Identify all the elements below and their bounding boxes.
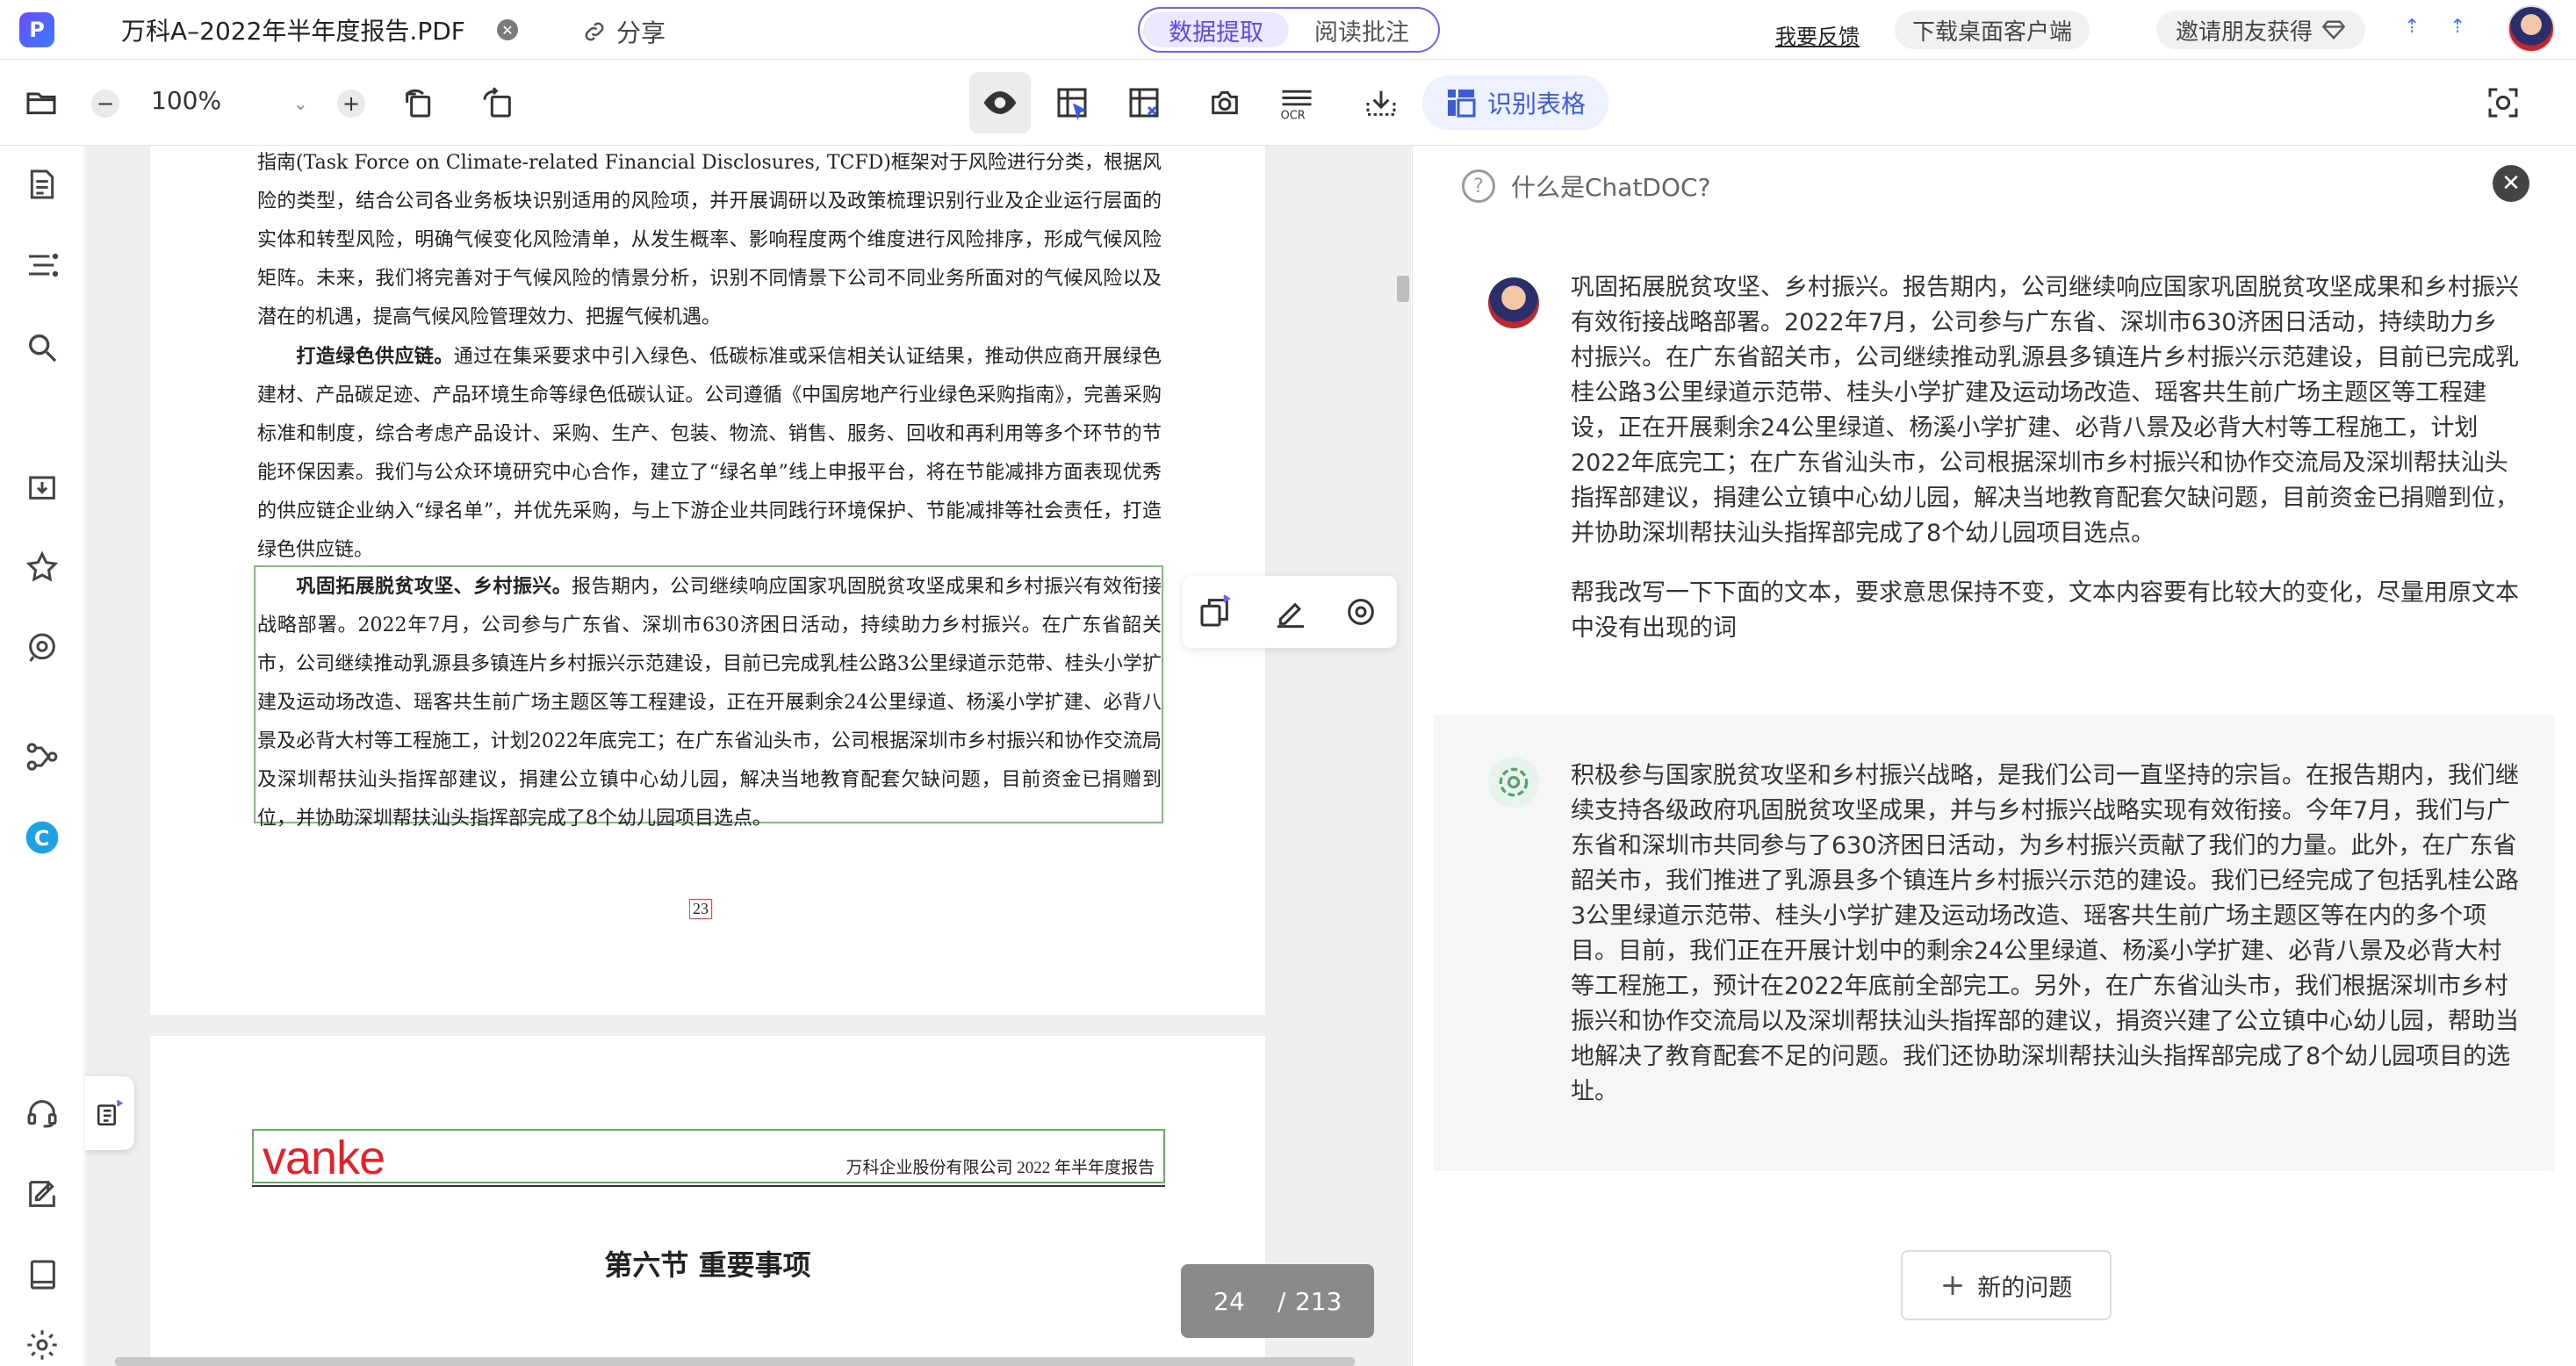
pdf-page: vanke 万科企业股份有限公司 2022 年半年度报告 第六节 重要事项 — [150, 1036, 1265, 1366]
section-title: 第六节 重要事项 — [604, 1248, 811, 1282]
notes-icon — [97, 1099, 124, 1126]
pdf-paragraph[interactable]: 指南(Task Force on Climate-related Financi… — [257, 146, 1162, 337]
import-icon[interactable] — [21, 465, 63, 507]
title-bar: P 万科A–2022年半年度报告.PDF ✕ 分享 数据提取 阅读批注 我要反馈… — [0, 0, 2576, 60]
edit-note-icon[interactable] — [21, 1173, 63, 1215]
header-report-title: 万科企业股份有限公司 2022 年半年度报告 — [845, 1159, 1155, 1177]
svg-text:C: C — [34, 826, 50, 851]
selection-toolbar — [1183, 576, 1397, 648]
page-separator: / — [1277, 1286, 1286, 1316]
chat-panel: ? 什么是ChatDOC? ✕ 巩固拓展脱贫攻坚、乡村振兴。报告期内，公司继续响… — [1412, 146, 2576, 1366]
user-message: 巩固拓展脱贫攻坚、乡村振兴。报告期内，公司继续响应国家巩固脱贫攻坚成果和乡村振兴… — [1434, 242, 2554, 642]
chat-header-title: 什么是ChatDOC? — [1511, 173, 1711, 202]
current-page-input[interactable]: 24 — [1181, 1287, 1277, 1316]
plus-icon: + — [1939, 1268, 1966, 1303]
assistant-message: 积极参与国家脱贫攻坚和乡村振兴战略，是我们公司一直坚持的宗旨。在报告期内，我们继… — [1434, 715, 2554, 1171]
table-grid-icon — [1448, 90, 1476, 118]
mode-read-annotate[interactable]: 阅读批注 — [1289, 12, 1435, 47]
assistant-logo-icon — [1499, 767, 1529, 797]
assistant-message-text: 积极参与国家脱贫攻坚和乡村振兴战略，是我们公司一直坚持的宗旨。在报告期内，我们继… — [1571, 762, 2519, 1105]
new-question-button[interactable]: + 新的问题 — [1901, 1250, 2112, 1320]
library-icon[interactable] — [21, 1254, 63, 1296]
document-icon[interactable] — [21, 163, 63, 205]
share-label: 分享 — [616, 18, 666, 47]
zoom-value[interactable]: 100% — [151, 86, 221, 115]
app-logo[interactable]: P — [19, 12, 54, 47]
upload-alt-icon[interactable]: ⇡ — [2450, 16, 2465, 38]
rotate-left-icon[interactable] — [397, 81, 441, 125]
user-avatar[interactable] — [2508, 5, 2555, 53]
diamond-icon — [2321, 20, 2346, 40]
settings-gear-icon[interactable] — [21, 1324, 63, 1366]
zoom-out-button[interactable]: − — [91, 90, 119, 118]
download-icon[interactable] — [1359, 81, 1403, 125]
paragraph-heading: 巩固拓展脱贫攻坚、乡村振兴。 — [296, 575, 572, 598]
annotate-pen-icon[interactable] — [1270, 592, 1311, 632]
zoom-in-button[interactable]: + — [337, 90, 365, 118]
invite-label: 邀请朋友获得 — [2176, 18, 2313, 46]
invite-friends-button[interactable]: 邀请朋友获得 — [2156, 11, 2366, 49]
rotate-right-icon[interactable] — [476, 81, 520, 125]
paragraph-text: 指南(Task Force on Climate-related Financi… — [257, 152, 1162, 328]
new-question-label: 新的问题 — [1977, 1274, 2073, 1302]
copy-icon[interactable] — [1195, 592, 1235, 632]
chevron-down-icon[interactable]: ⌄ — [293, 93, 308, 114]
page-number: 23 — [689, 899, 712, 919]
table-select-icon[interactable] — [1050, 81, 1094, 125]
total-pages: 213 — [1295, 1286, 1342, 1316]
outline-icon[interactable] — [21, 244, 63, 286]
paragraph-text: 通过在集采要求中引入绿色、低碳标准或采信相关认证结果，推动供应商开展绿色建材、产… — [257, 346, 1162, 561]
close-icon[interactable]: ✕ — [2493, 165, 2529, 202]
user-avatar — [1488, 277, 1539, 328]
search-icon[interactable] — [21, 327, 63, 369]
toolbar: − 100% ⌄ + OCR 识别表格 — [0, 60, 2576, 146]
star-icon[interactable] — [21, 546, 63, 588]
document-tab[interactable]: 万科A–2022年半年度报告.PDF ✕ — [95, 0, 543, 60]
vertical-scrollbar[interactable] — [1397, 276, 1409, 302]
mode-data-extract[interactable]: 数据提取 — [1143, 12, 1289, 47]
feedback-link[interactable]: 我要反馈 — [1775, 19, 1860, 50]
question-icon: ? — [1462, 169, 1495, 203]
support-headset-icon[interactable] — [21, 1092, 63, 1134]
ask-ai-icon[interactable] — [1341, 592, 1381, 632]
left-sidebar: C — [0, 146, 84, 1366]
table-delete-icon[interactable] — [1122, 81, 1166, 125]
eye-icon[interactable] — [978, 81, 1022, 125]
chat-history-icon[interactable] — [21, 627, 63, 669]
paragraph-text: 报告期内，公司继续响应国家巩固脱贫攻坚成果和乡村振兴有效衔接战略部署。2022年… — [257, 576, 1162, 830]
header-divider — [252, 1185, 1165, 1187]
pdf-viewer[interactable]: 指南(Task Force on Climate-related Financi… — [85, 146, 1411, 1366]
detect-table-label: 识别表格 — [1487, 90, 1587, 119]
user-message-instruction: 帮我改写一下下面的文本，要求意思保持不变，文本内容要有比较大的变化，尽量用原文本… — [1571, 579, 2519, 642]
document-tab-title: 万科A–2022年半年度报告.PDF — [121, 17, 465, 46]
share-button[interactable]: 分享 — [581, 14, 666, 49]
paragraph-heading: 打造绿色供应链。 — [296, 345, 454, 368]
mode-switch: 数据提取 阅读批注 — [1138, 7, 1440, 53]
pdf-paragraph-selected[interactable]: 巩固拓展脱贫攻坚、乡村振兴。报告期内，公司继续响应国家巩固脱贫攻坚成果和乡村振兴… — [257, 567, 1162, 838]
user-message-text: 巩固拓展脱贫攻坚、乡村振兴。报告期内，公司继续响应国家巩固脱贫攻坚成果和乡村振兴… — [1571, 274, 2519, 547]
page-indicator[interactable]: 24 / 213 — [1181, 1264, 1374, 1338]
pdf-page: 指南(Task Force on Climate-related Financi… — [150, 146, 1265, 1015]
ocr-icon[interactable]: OCR — [1275, 81, 1319, 125]
folder-icon[interactable] — [19, 81, 63, 125]
scan-target-icon[interactable] — [2481, 81, 2525, 125]
close-tab-icon[interactable]: ✕ — [497, 19, 518, 40]
page-header: vanke 万科企业股份有限公司 2022 年半年度报告 — [150, 1129, 1265, 1199]
detect-table-button[interactable]: 识别表格 — [1422, 75, 1609, 130]
chat-help-link[interactable]: ? 什么是ChatDOC? — [1462, 169, 1710, 204]
svg-text:OCR: OCR — [1281, 109, 1306, 122]
header-box: vanke 万科企业股份有限公司 2022 年半年度报告 — [252, 1129, 1165, 1184]
chatdoc-c-icon[interactable]: C — [21, 816, 63, 859]
download-client-button[interactable]: 下载桌面客户端 — [1895, 11, 2090, 49]
pdf-paragraph[interactable]: 打造绿色供应链。通过在集采要求中引入绿色、低碳标准或采信相关认证结果，推动供应商… — [257, 337, 1162, 570]
screenshot-icon[interactable] — [1203, 81, 1247, 125]
vanke-logo: vanke — [263, 1132, 385, 1184]
workflow-icon[interactable] — [21, 736, 63, 778]
horizontal-scrollbar[interactable] — [115, 1357, 1355, 1366]
assistant-avatar — [1488, 757, 1539, 808]
link-icon — [585, 22, 604, 41]
upload-icon[interactable]: ⇡ — [2404, 16, 2420, 38]
side-panel-toggle[interactable] — [85, 1076, 134, 1150]
